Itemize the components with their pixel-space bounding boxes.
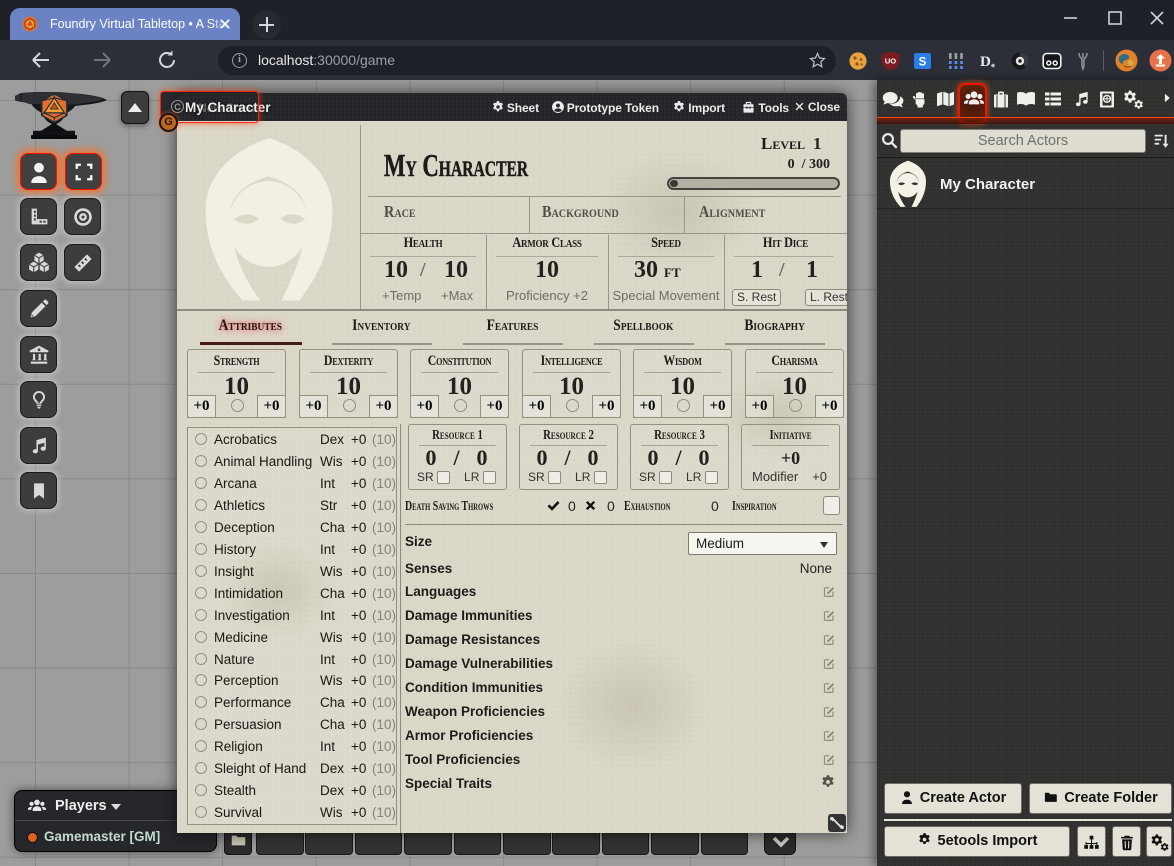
- svg-text:UO: UO: [885, 57, 896, 66]
- svg-text:S: S: [919, 57, 927, 69]
- svg-text:D: D: [980, 54, 991, 70]
